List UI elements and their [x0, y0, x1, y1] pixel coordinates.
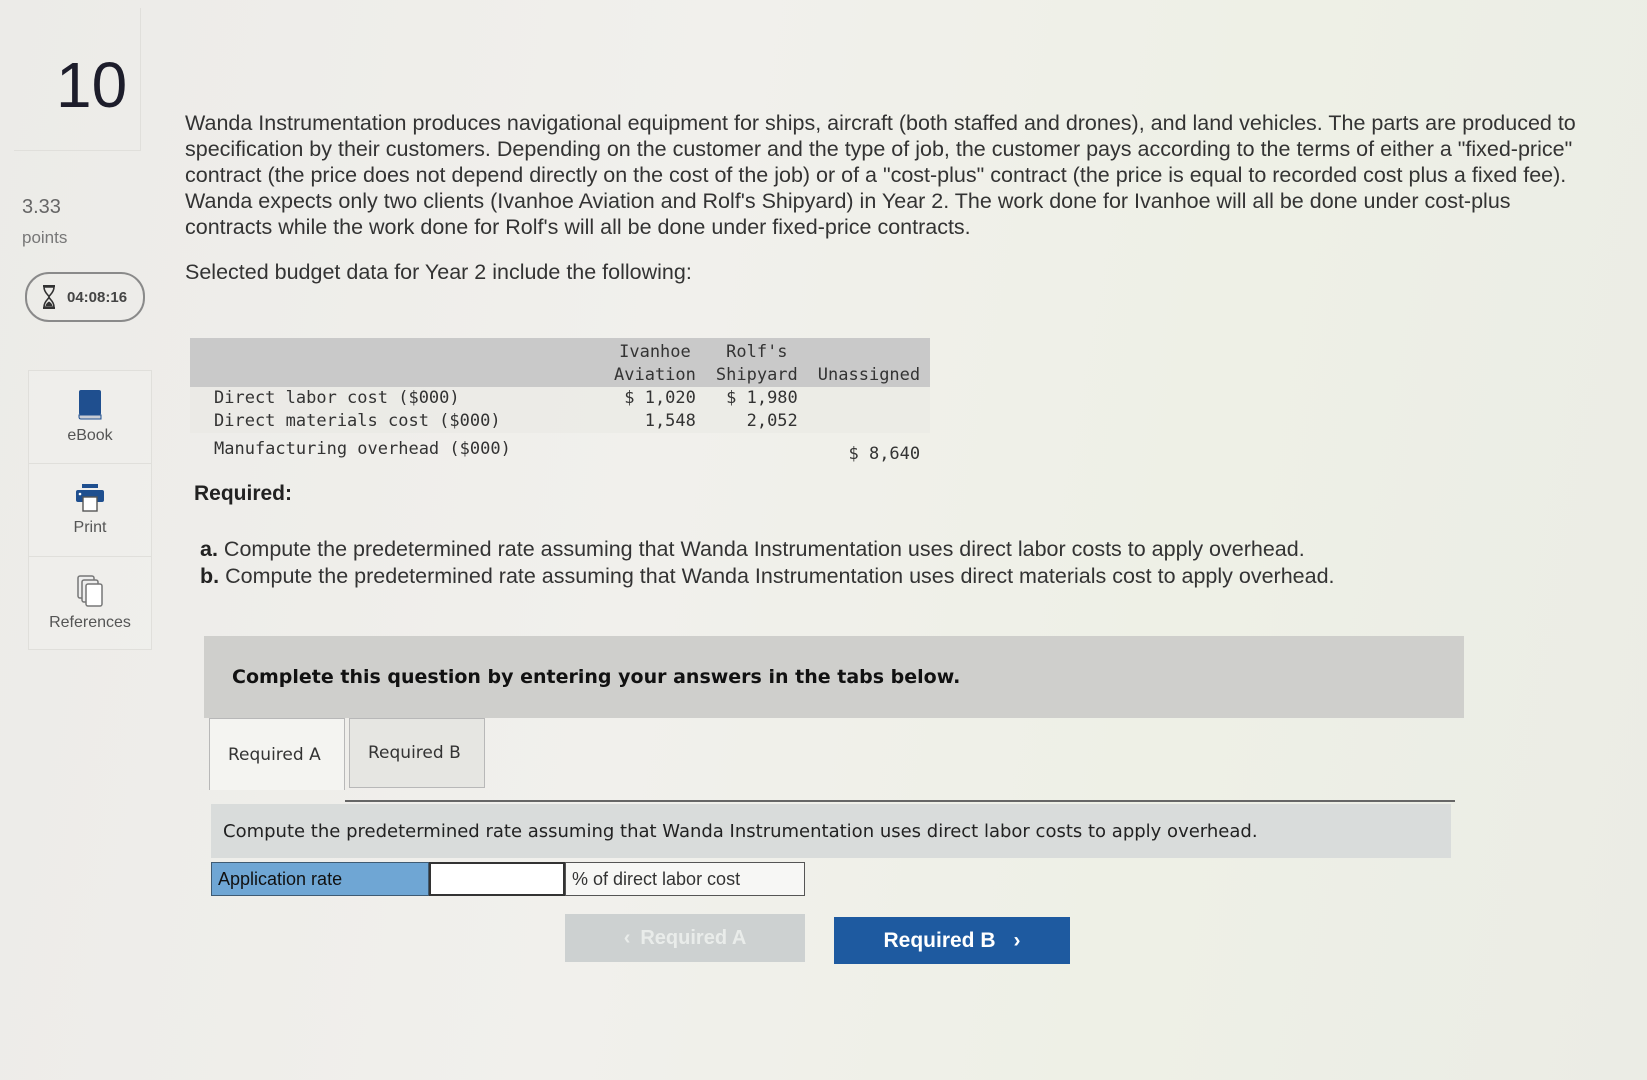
tools-panel: eBook Print References — [28, 370, 152, 650]
answer-row: Application rate % of direct labor cost — [211, 862, 805, 896]
next-required-b-button[interactable]: Required B › — [834, 917, 1070, 964]
required-heading: Required: — [194, 482, 293, 505]
item-marker: a. — [200, 537, 218, 561]
tab-instruction: Compute the predetermined rate assuming … — [211, 804, 1451, 858]
cell-unassigned: $ 8,640 — [848, 444, 921, 464]
cell-ivanhoe — [604, 433, 706, 466]
table-row: Manufacturing overhead ($000) $ 8,640 — [190, 433, 930, 466]
header-unassigned: Unassigned — [807, 338, 931, 387]
row-label: Direct labor cost ($000) — [190, 387, 604, 410]
points-value: 3.33 — [22, 196, 61, 218]
prev-label: Required A — [640, 926, 747, 949]
table-row: Direct labor cost ($000) $ 1,020 $ 1,980 — [190, 387, 931, 410]
cell-rolfs: $ 1,980 — [705, 387, 808, 410]
references-label: References — [49, 614, 131, 631]
cell-unassigned — [807, 410, 931, 433]
timer-value: 04:08:16 — [67, 288, 128, 306]
header-blank — [190, 338, 604, 387]
instructions-banner: Complete this question by entering your … — [204, 636, 1464, 718]
question-number: 10 — [56, 49, 128, 121]
budget-table: Ivanhoe Aviation Rolf's Shipyard Unassig… — [190, 338, 931, 466]
timer: 04:08:16 — [25, 272, 145, 322]
print-button[interactable]: Print — [29, 464, 151, 557]
cell-unassigned — [807, 387, 931, 410]
cell-rolfs: 2,052 — [705, 410, 808, 433]
item-text: Compute the predetermined rate assuming … — [223, 537, 1305, 561]
application-rate-input[interactable] — [429, 862, 565, 896]
cell-rolfs — [706, 433, 808, 466]
required-list: a. Compute the predetermined rate assumi… — [200, 536, 1335, 590]
instruction-text: Compute the predetermined rate assuming … — [223, 820, 1258, 842]
tab-required-a[interactable]: Required A — [209, 718, 345, 790]
tab-bar: Required A Required B — [209, 718, 485, 790]
problem-sub: Selected budget data for Year 2 include … — [185, 260, 692, 284]
points-label: points — [22, 228, 68, 247]
print-label: Print — [73, 519, 107, 536]
question-number-box: 10 — [14, 8, 141, 151]
chevron-right-icon: › — [1013, 928, 1021, 952]
cell-ivanhoe: 1,548 — [604, 410, 706, 433]
documents-icon — [77, 575, 103, 607]
table-row: Direct materials cost ($000) 1,548 2,052 — [190, 410, 931, 433]
cell-ivanhoe: $ 1,020 — [604, 387, 706, 410]
problem-intro: Wanda Instrumentation produces navigatio… — [185, 111, 1576, 239]
required-item-a: a. Compute the predetermined rate assumi… — [200, 536, 1335, 563]
printer-icon — [76, 484, 104, 512]
banner-text: Complete this question by entering your … — [232, 666, 961, 688]
ebook-label: eBook — [67, 427, 113, 444]
budget-table-header: Ivanhoe Aviation Rolf's Shipyard Unassig… — [190, 338, 931, 387]
book-icon — [78, 390, 102, 420]
item-marker: b. — [200, 564, 220, 588]
prev-required-a-button: ‹ Required A — [565, 914, 805, 962]
application-rate-label: Application rate — [211, 862, 429, 896]
tab-required-b[interactable]: Required B — [349, 718, 485, 788]
chevron-left-icon: ‹ — [623, 926, 631, 949]
required-item-b: b. Compute the predetermined rate assumi… — [200, 563, 1335, 590]
problem-content: Wanda Instrumentation produces navigatio… — [185, 110, 1595, 285]
header-rolfs: Rolf's Shipyard — [705, 338, 808, 387]
hourglass-icon — [43, 285, 55, 309]
ebook-button[interactable]: eBook — [29, 371, 151, 464]
application-rate-unit: % of direct labor cost — [565, 862, 805, 896]
header-ivanhoe: Ivanhoe Aviation — [604, 338, 706, 387]
next-label: Required B — [883, 928, 996, 952]
row-label: Direct materials cost ($000) — [190, 410, 604, 433]
item-text: Compute the predetermined rate assuming … — [225, 564, 1335, 588]
references-button[interactable]: References — [29, 557, 151, 649]
row-label: Manufacturing overhead ($000) — [214, 439, 511, 459]
tab-divider — [345, 800, 1455, 802]
